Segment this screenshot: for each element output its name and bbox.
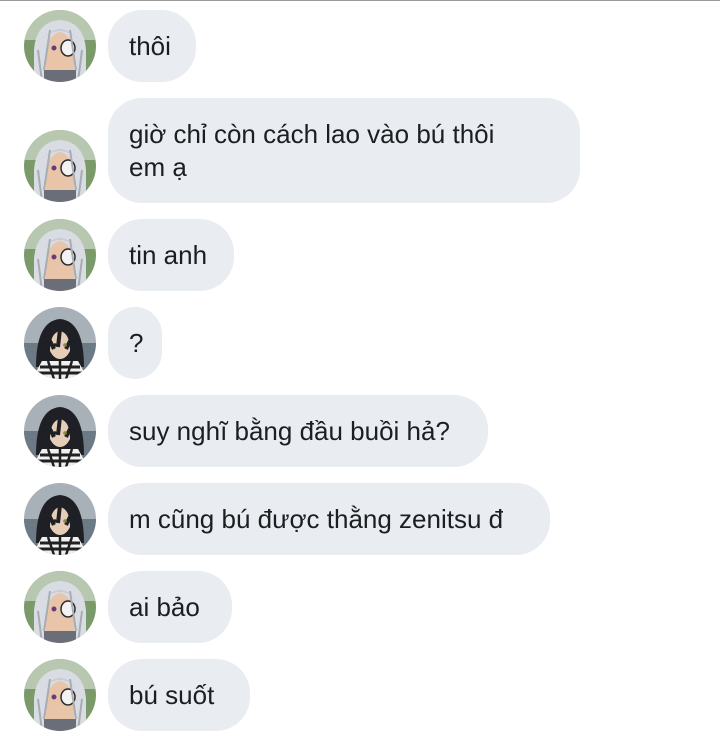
- message-bubble[interactable]: m cũng bú được thằng zenitsu đ: [108, 483, 550, 555]
- message-bubble[interactable]: bú suốt: [108, 659, 250, 731]
- message-text: giờ chỉ còn cách lao vào bú thôi em ạ: [129, 118, 494, 184]
- avatar-black-hair-icon[interactable]: [24, 307, 96, 379]
- avatar-white-hair-icon[interactable]: [24, 571, 96, 643]
- message-bubble[interactable]: ?: [108, 307, 162, 379]
- message-line: em ạ: [129, 151, 187, 182]
- avatar-black-hair-icon[interactable]: [24, 395, 96, 467]
- avatar-white-hair-icon[interactable]: [24, 10, 96, 82]
- message-text: m cũng bú được thằng zenitsu đ: [129, 503, 504, 534]
- chat-window: thôi giờ chỉ còn cách lao vào bú thôi em…: [0, 0, 720, 736]
- message-bubble[interactable]: giờ chỉ còn cách lao vào bú thôi em ạ: [108, 98, 580, 203]
- avatar-white-hair-icon[interactable]: [24, 659, 96, 731]
- message-bubble[interactable]: thôi: [108, 10, 196, 82]
- message-text: tin anh: [129, 239, 208, 270]
- avatar-white-hair-icon[interactable]: [24, 219, 96, 291]
- message-text: bú suốt: [129, 679, 215, 710]
- avatar-white-hair-icon[interactable]: [24, 130, 96, 202]
- message-text: thôi: [129, 30, 171, 61]
- message-bubble[interactable]: ai bảo: [108, 571, 232, 643]
- avatar-black-hair-icon[interactable]: [24, 483, 96, 555]
- message-bubble[interactable]: suy nghĩ bằng đầu buồi hả?: [108, 395, 488, 467]
- message-text: suy nghĩ bằng đầu buồi hả?: [129, 415, 450, 446]
- message-text: ?: [129, 327, 144, 358]
- message-text: ai bảo: [129, 591, 200, 622]
- message-line: giờ chỉ còn cách lao vào bú thôi: [129, 118, 495, 149]
- message-bubble[interactable]: tin anh: [108, 219, 234, 291]
